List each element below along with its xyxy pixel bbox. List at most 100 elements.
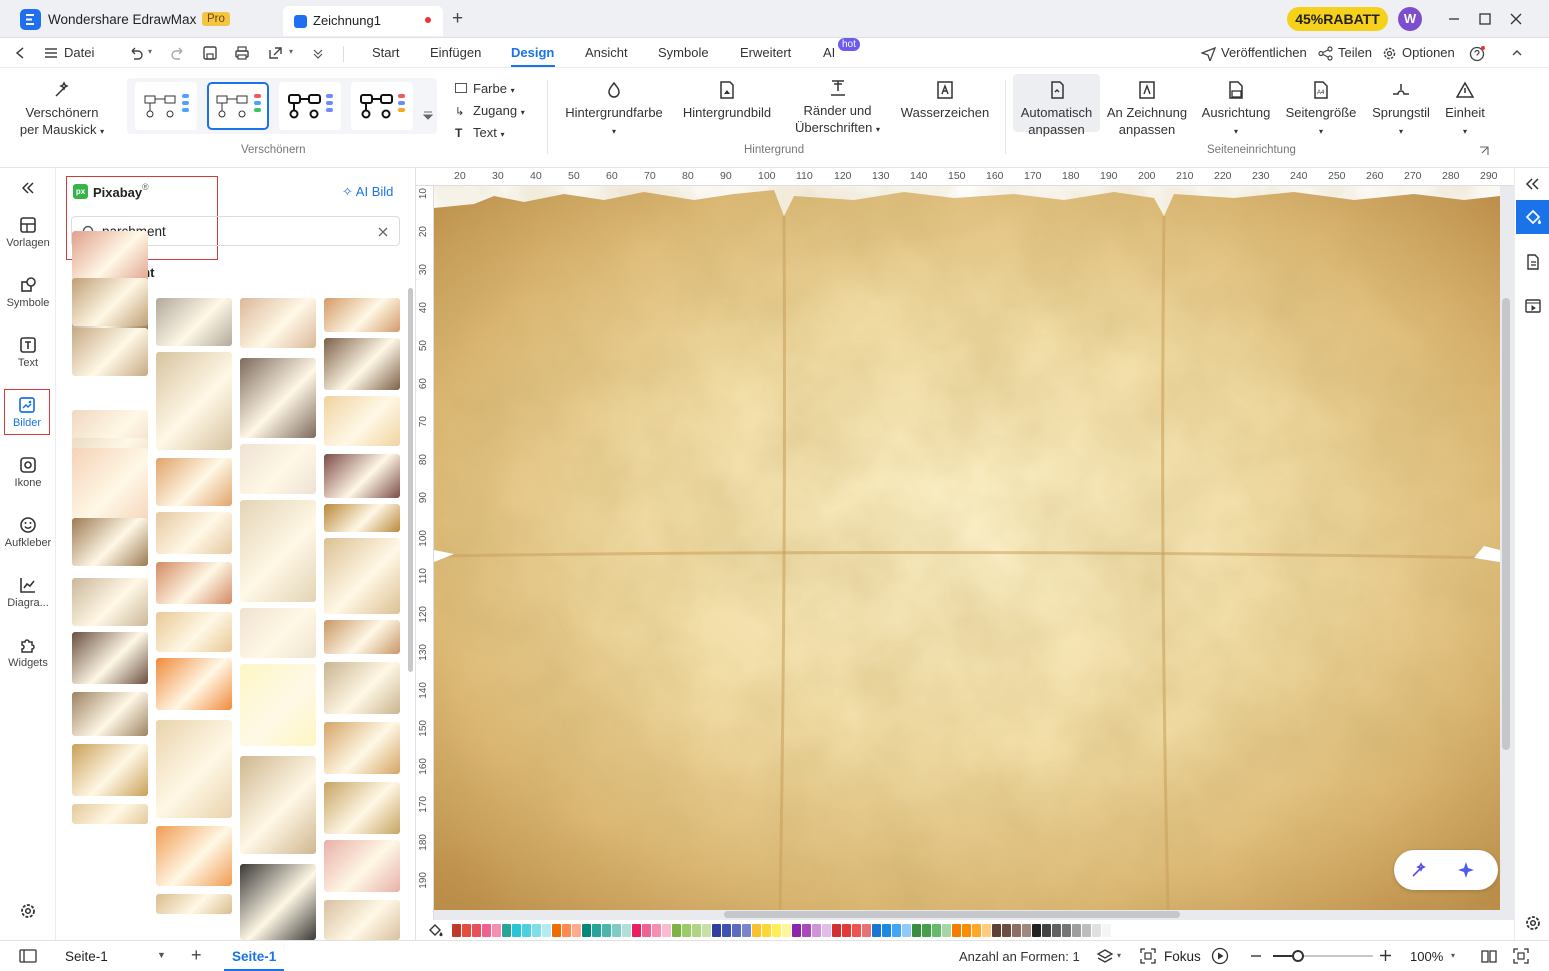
gallery-more-icon[interactable] xyxy=(423,110,433,120)
zoom-slider-track[interactable] xyxy=(1273,950,1373,962)
color-swatch[interactable] xyxy=(692,924,701,937)
color-swatch[interactable] xyxy=(922,924,931,937)
ai-image-button[interactable]: ✧ AI Bild xyxy=(342,184,393,200)
image-thumbnail[interactable] xyxy=(240,500,316,602)
focus-button[interactable]: Fokus xyxy=(1164,949,1201,964)
color-swatch[interactable] xyxy=(612,924,621,937)
panel-scrollbar[interactable] xyxy=(408,288,413,672)
color-swatch[interactable] xyxy=(912,924,921,937)
image-thumbnail[interactable] xyxy=(324,298,400,332)
color-swatch[interactable] xyxy=(782,924,791,937)
text-option[interactable]: T Text ▾ xyxy=(455,123,525,145)
zoom-slider-thumb[interactable] xyxy=(1292,950,1304,962)
image-thumbnail[interactable] xyxy=(240,664,316,746)
image-thumbnail[interactable] xyxy=(240,608,316,658)
page-size-button[interactable]: A4 Seitengröße ▾ xyxy=(1283,80,1359,140)
borders-headings-button[interactable]: Ränder und Überschriften ▾ xyxy=(790,78,885,138)
color-swatch[interactable] xyxy=(622,924,631,937)
unit-button[interactable]: Einheit ▾ xyxy=(1440,80,1490,140)
color-swatch[interactable] xyxy=(872,924,881,937)
settings-gear-icon[interactable] xyxy=(19,902,37,920)
nav-stickers[interactable]: Aufkleber xyxy=(0,516,56,549)
color-swatch[interactable] xyxy=(1082,924,1091,937)
color-swatch[interactable] xyxy=(832,924,841,937)
auto-fit-button[interactable]: Automatisch anpassen xyxy=(1013,74,1100,137)
nav-diagrams[interactable]: Diagra... xyxy=(0,576,56,609)
image-thumbnail[interactable] xyxy=(156,352,232,450)
jump-style-button[interactable]: Sprungstil ▾ xyxy=(1366,80,1436,140)
color-swatch[interactable] xyxy=(962,924,971,937)
style-thumb-4[interactable] xyxy=(351,82,413,130)
publish-button[interactable]: Veröffentlichen xyxy=(1221,45,1307,60)
image-thumbnail[interactable] xyxy=(240,864,316,940)
help-icon[interactable] xyxy=(1469,45,1486,62)
color-swatch[interactable] xyxy=(1052,924,1061,937)
image-thumbnail[interactable] xyxy=(156,826,232,886)
image-thumbnail[interactable] xyxy=(240,298,316,348)
menu-start[interactable]: Start xyxy=(372,45,399,60)
color-swatch[interactable] xyxy=(942,924,951,937)
zoom-level[interactable]: 100% xyxy=(1410,949,1443,964)
color-swatch[interactable] xyxy=(572,924,581,937)
save-icon[interactable] xyxy=(202,45,218,61)
color-swatch[interactable] xyxy=(1012,924,1021,937)
menu-advanced[interactable]: Erweitert xyxy=(740,45,791,60)
magic-brush-icon[interactable] xyxy=(1410,861,1428,879)
nav-symbols[interactable]: Symbole xyxy=(0,276,56,309)
color-swatch[interactable] xyxy=(842,924,851,937)
add-page-icon[interactable]: + xyxy=(191,945,202,966)
color-swatch[interactable] xyxy=(972,924,981,937)
image-thumbnail[interactable] xyxy=(72,448,148,528)
page-tab-active[interactable]: Seite-1 xyxy=(232,949,276,964)
color-swatch[interactable] xyxy=(702,924,711,937)
color-swatch[interactable] xyxy=(632,924,641,937)
image-thumbnail[interactable] xyxy=(240,756,316,854)
image-thumbnail[interactable] xyxy=(156,298,232,346)
color-swatch[interactable] xyxy=(1102,924,1111,937)
image-thumbnail[interactable] xyxy=(156,720,232,818)
fit-page-icon[interactable] xyxy=(1513,948,1529,964)
image-thumbnail[interactable] xyxy=(72,632,148,684)
color-swatch[interactable] xyxy=(662,924,671,937)
image-thumbnail[interactable] xyxy=(72,278,148,326)
watermark-button[interactable]: Wasserzeichen xyxy=(897,80,993,121)
image-thumbnail[interactable] xyxy=(72,804,148,824)
color-swatch[interactable] xyxy=(532,924,541,937)
options-button[interactable]: Optionen xyxy=(1402,45,1455,60)
file-menu[interactable]: Datei xyxy=(64,45,94,60)
image-thumbnail[interactable] xyxy=(324,620,400,654)
promo-button[interactable]: 45%RABATT xyxy=(1287,7,1388,31)
image-thumbnail[interactable] xyxy=(156,894,232,914)
color-swatch[interactable] xyxy=(982,924,991,937)
beautify-button[interactable]: Verschönern per Mauskick ▾ xyxy=(14,80,110,140)
right-settings-gear-icon[interactable] xyxy=(1524,914,1542,932)
color-swatch[interactable] xyxy=(1042,924,1051,937)
color-swatch[interactable] xyxy=(492,924,501,937)
collapse-left-icon[interactable] xyxy=(20,181,36,195)
color-swatch[interactable] xyxy=(462,924,471,937)
image-thumbnail[interactable] xyxy=(240,444,316,494)
export-dropdown-icon[interactable]: ▾ xyxy=(289,47,293,56)
image-thumbnail[interactable] xyxy=(324,662,400,714)
redo-icon[interactable] xyxy=(170,45,186,61)
color-swatch[interactable] xyxy=(732,924,741,937)
image-thumbnail[interactable] xyxy=(72,578,148,626)
color-swatch[interactable] xyxy=(482,924,491,937)
color-swatch[interactable] xyxy=(552,924,561,937)
menu-view[interactable]: Ansicht xyxy=(585,45,628,60)
expand-right-panel-icon[interactable] xyxy=(1525,177,1540,191)
clear-search-icon[interactable] xyxy=(377,226,389,238)
nav-images[interactable]: Bilder xyxy=(4,389,50,435)
zoom-out-icon[interactable] xyxy=(1250,950,1262,962)
color-swatch[interactable] xyxy=(1062,924,1071,937)
access-option[interactable]: ↳ Zugang ▾ xyxy=(455,101,525,123)
color-swatch[interactable] xyxy=(852,924,861,937)
play-icon[interactable] xyxy=(1211,947,1229,965)
nav-templates[interactable]: Vorlagen xyxy=(0,216,56,249)
color-swatch[interactable] xyxy=(792,924,801,937)
image-thumbnail[interactable] xyxy=(240,358,316,438)
minimize-icon[interactable] xyxy=(1447,12,1461,26)
color-swatch[interactable] xyxy=(1022,924,1031,937)
menu-design[interactable]: Design xyxy=(511,45,554,60)
style-panel-button[interactable] xyxy=(1516,200,1549,234)
